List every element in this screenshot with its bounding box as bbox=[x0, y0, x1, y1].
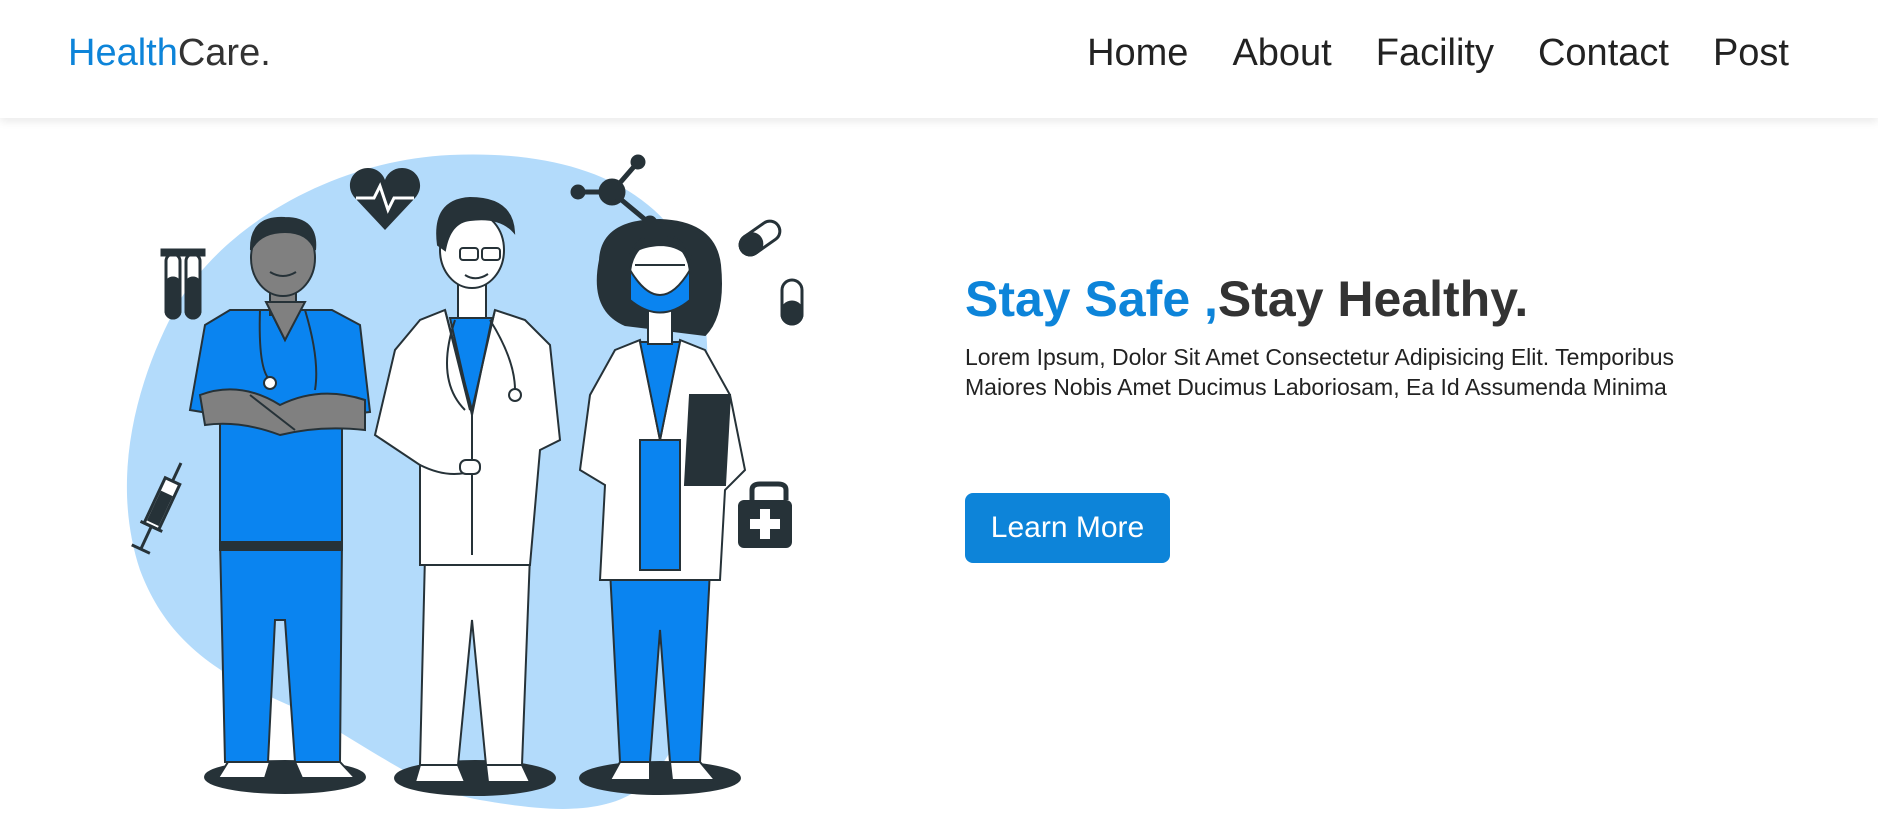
hero-title-accent: Stay Safe , bbox=[965, 271, 1218, 327]
learn-more-button[interactable]: Learn More bbox=[965, 493, 1170, 563]
first-aid-kit-icon bbox=[738, 481, 792, 548]
nav-link-home[interactable]: Home bbox=[1087, 30, 1188, 76]
hero-description-line2: Maiores Nobis Amet Ducimus Laboriosam, E… bbox=[965, 374, 1667, 400]
nav-link-contact[interactable]: Contact bbox=[1538, 30, 1669, 76]
hero-title-rest: Stay Healthy. bbox=[1217, 271, 1529, 327]
doctors-illustration bbox=[126, 154, 804, 809]
pill-icon bbox=[738, 219, 804, 326]
nav-link-about[interactable]: About bbox=[1232, 30, 1331, 76]
hero-description: Lorem Ipsum, Dolor Sit Amet Consectetur … bbox=[965, 342, 1745, 402]
brand-logo-accent: Health bbox=[68, 32, 178, 74]
hero-title: Stay Safe ,Stay Healthy. bbox=[965, 268, 1745, 330]
main-nav: Home About Facility Contact Post bbox=[1087, 30, 1789, 76]
brand-logo[interactable]: HealthCare. bbox=[68, 30, 271, 76]
hero-description-line1: Lorem Ipsum, Dolor Sit Amet Consectetur … bbox=[965, 344, 1675, 370]
nav-link-facility[interactable]: Facility bbox=[1376, 30, 1494, 76]
brand-logo-rest: Care. bbox=[177, 32, 271, 74]
nav-link-post[interactable]: Post bbox=[1713, 30, 1789, 76]
hero-text-block: Stay Safe ,Stay Healthy. Lorem Ipsum, Do… bbox=[965, 268, 1745, 402]
site-header: HealthCare. Home About Facility Contact … bbox=[0, 0, 1878, 118]
